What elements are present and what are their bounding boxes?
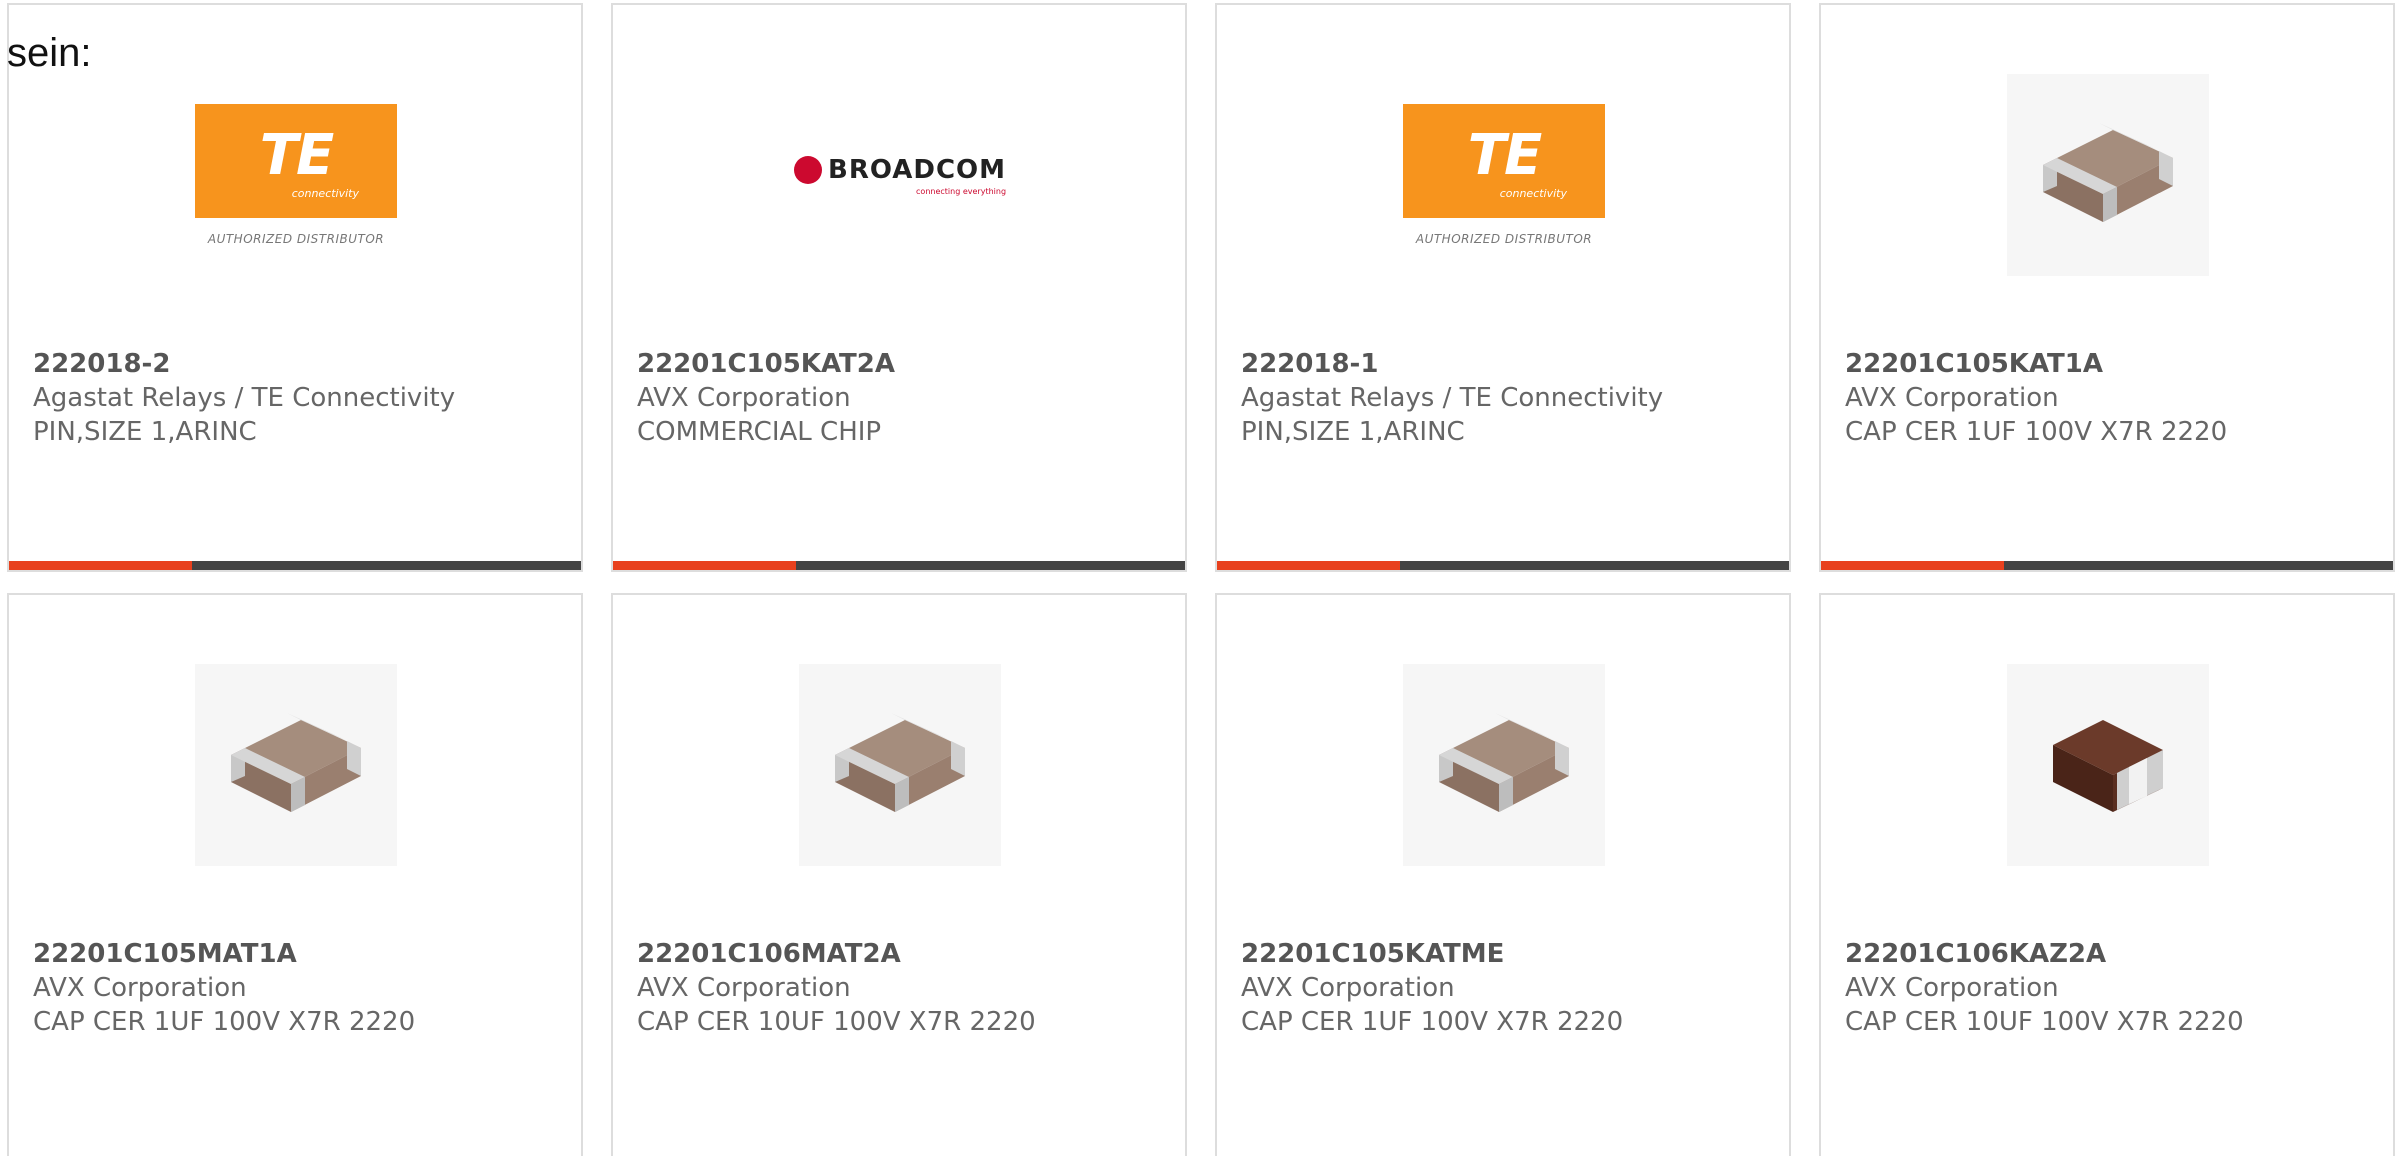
- part-number[interactable]: 222018-2: [33, 347, 571, 381]
- part-number[interactable]: 22201C106MAT2A: [637, 937, 1175, 971]
- description: CAP CER 1UF 100V X7R 2220: [33, 1007, 416, 1037]
- broadcom-logo: BROADCOM connecting everything: [794, 155, 1006, 196]
- part-number[interactable]: 22201C105MAT1A: [33, 937, 571, 971]
- product-image[interactable]: [2007, 74, 2209, 276]
- product-card[interactable]: 22201C106KAZ2A AVX Corporation CAP CER 1…: [1819, 593, 2395, 1156]
- manufacturer: AVX Corporation: [637, 973, 851, 1003]
- manufacturer: AVX Corporation: [1241, 973, 1455, 1003]
- manufacturer: Agastat Relays / TE Connectivity: [33, 383, 456, 413]
- manufacturer: AVX Corporation: [637, 383, 851, 413]
- product-card[interactable]: 22201C105MAT1A AVX Corporation CAP CER 1…: [7, 593, 583, 1156]
- part-number[interactable]: 22201C105KAT1A: [1845, 347, 2383, 381]
- part-number[interactable]: 22201C105KAT2A: [637, 347, 1175, 381]
- description: PIN,SIZE 1,ARINC: [1241, 417, 1465, 447]
- product-image[interactable]: [1403, 664, 1605, 866]
- product-card[interactable]: TE connectivity AUTHORIZED DISTRIBUTOR 2…: [1215, 3, 1791, 572]
- product-image[interactable]: [799, 664, 1001, 866]
- capacitor-chip-image: [195, 664, 397, 866]
- product-card[interactable]: TE connectivity AUTHORIZED DISTRIBUTOR 2…: [7, 3, 583, 572]
- product-card[interactable]: 22201C106MAT2A AVX Corporation CAP CER 1…: [611, 593, 1187, 1156]
- description: CAP CER 1UF 100V X7R 2220: [1845, 417, 2228, 447]
- description: CAP CER 10UF 100V X7R 2220: [637, 1007, 1036, 1037]
- product-card[interactable]: 22201C105KAT1A AVX Corporation CAP CER 1…: [1819, 3, 2395, 572]
- card-progress-bar: [613, 561, 1185, 570]
- capacitor-chip-image: [2007, 74, 2209, 276]
- description: CAP CER 1UF 100V X7R 2220: [1241, 1007, 1624, 1037]
- page: sein: TE connectivity AUTHORIZED DISTRIB…: [0, 0, 2400, 1156]
- te-connectivity-logo: TE connectivity AUTHORIZED DISTRIBUTOR: [1403, 104, 1605, 246]
- description: CAP CER 10UF 100V X7R 2220: [1845, 1007, 2244, 1037]
- part-number[interactable]: 22201C105KATME: [1241, 937, 1779, 971]
- card-progress-bar: [1821, 561, 2393, 570]
- capacitor-chip-image: [799, 664, 1001, 866]
- description: PIN,SIZE 1,ARINC: [33, 417, 257, 447]
- product-image[interactable]: [195, 664, 397, 866]
- product-image[interactable]: TE connectivity AUTHORIZED DISTRIBUTOR: [1403, 74, 1605, 276]
- product-image[interactable]: [2007, 664, 2209, 866]
- manufacturer: AVX Corporation: [33, 973, 247, 1003]
- product-image[interactable]: BROADCOM connecting everything: [794, 74, 1006, 276]
- manufacturer: AVX Corporation: [1845, 973, 2059, 1003]
- product-card[interactable]: 22201C105KATME AVX Corporation CAP CER 1…: [1215, 593, 1791, 1156]
- part-number[interactable]: 22201C106KAZ2A: [1845, 937, 2383, 971]
- card-progress-bar: [1217, 561, 1789, 570]
- part-number[interactable]: 222018-1: [1241, 347, 1779, 381]
- manufacturer: AVX Corporation: [1845, 383, 2059, 413]
- manufacturer: Agastat Relays / TE Connectivity: [1241, 383, 1664, 413]
- capacitor-chip-image: [1403, 664, 1605, 866]
- product-card[interactable]: BROADCOM connecting everything 22201C105…: [611, 3, 1187, 572]
- capacitor-chip-image: [2007, 664, 2209, 866]
- page-heading: sein:: [7, 31, 92, 75]
- te-connectivity-logo: TE connectivity AUTHORIZED DISTRIBUTOR: [195, 104, 397, 246]
- product-image[interactable]: TE connectivity AUTHORIZED DISTRIBUTOR: [195, 74, 397, 276]
- description: COMMERCIAL CHIP: [637, 417, 882, 447]
- card-progress-bar: [9, 561, 581, 570]
- broadcom-mark-icon: [794, 155, 822, 184]
